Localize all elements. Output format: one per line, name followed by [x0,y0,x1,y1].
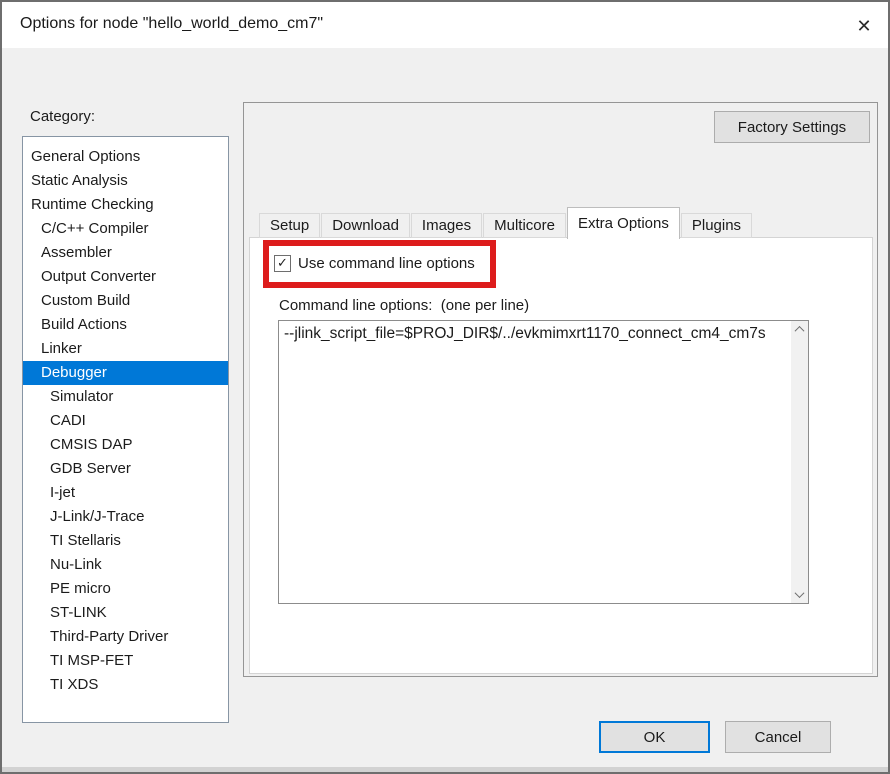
tab-download[interactable]: Download [321,213,410,238]
category-item-debugger[interactable]: Debugger [23,361,228,385]
category-item-output-converter[interactable]: Output Converter [23,265,228,289]
category-item-static-analysis[interactable]: Static Analysis [23,169,228,193]
category-item-st-link[interactable]: ST-LINK [23,601,228,625]
tab-images[interactable]: Images [411,213,482,238]
chevron-down-icon [795,588,805,598]
category-item-build-actions[interactable]: Build Actions [23,313,228,337]
category-item-i-jet[interactable]: I-jet [23,481,228,505]
category-list[interactable]: General OptionsStatic AnalysisRuntime Ch… [22,136,229,723]
category-item-runtime-checking[interactable]: Runtime Checking [23,193,228,217]
category-item-c-c-compiler[interactable]: C/C++ Compiler [23,217,228,241]
tab-bar: SetupDownloadImagesMulticoreExtra Option… [259,206,753,238]
tab-multicore[interactable]: Multicore [483,213,566,238]
use-cmdline-label: Use command line options [298,255,475,272]
category-item-general-options[interactable]: General Options [23,145,228,169]
category-item-linker[interactable]: Linker [23,337,228,361]
scroll-up-button[interactable] [791,321,808,338]
category-item-ti-xds[interactable]: TI XDS [23,673,228,697]
tab-plugins[interactable]: Plugins [681,213,752,238]
category-label: Category: [30,108,95,125]
category-item-pe-micro[interactable]: PE micro [23,577,228,601]
chevron-up-icon [795,326,805,336]
category-item-j-link-j-trace[interactable]: J-Link/J-Trace [23,505,228,529]
cancel-button[interactable]: Cancel [725,721,831,753]
check-icon: ✓ [277,255,288,271]
category-item-custom-build[interactable]: Custom Build [23,289,228,313]
cmdline-options-label: Command line options: (one per line) [279,297,529,314]
category-item-assembler[interactable]: Assembler [23,241,228,265]
dialog-title: Options for node "hello_world_demo_cm7" [20,15,323,33]
scroll-down-button[interactable] [791,586,808,603]
cmdline-options-text: --jlink_script_file=$PROJ_DIR$/../evkmim… [284,325,790,343]
category-item-third-party-driver[interactable]: Third-Party Driver [23,625,228,649]
tab-setup[interactable]: Setup [259,213,320,238]
tab-extra-options[interactable]: Extra Options [567,207,680,239]
ok-button[interactable]: OK [599,721,710,753]
options-dialog: Options for node "hello_world_demo_cm7" … [0,0,890,774]
category-item-ti-stellaris[interactable]: TI Stellaris [23,529,228,553]
title-bar: Options for node "hello_world_demo_cm7" … [2,2,888,48]
category-item-simulator[interactable]: Simulator [23,385,228,409]
category-item-ti-msp-fet[interactable]: TI MSP-FET [23,649,228,673]
dialog-bottom-edge [2,767,888,772]
category-item-nu-link[interactable]: Nu-Link [23,553,228,577]
cmdline-options-textarea[interactable]: --jlink_script_file=$PROJ_DIR$/../evkmim… [278,320,809,604]
close-button[interactable]: ✕ [850,12,878,40]
category-item-gdb-server[interactable]: GDB Server [23,457,228,481]
category-item-cadi[interactable]: CADI [23,409,228,433]
category-item-cmsis-dap[interactable]: CMSIS DAP [23,433,228,457]
use-cmdline-checkbox[interactable]: ✓ [274,255,291,272]
vertical-scrollbar[interactable] [791,321,808,603]
factory-settings-button[interactable]: Factory Settings [714,111,870,143]
close-icon: ✕ [856,16,871,37]
use-cmdline-row: ✓ Use command line options [274,253,475,273]
